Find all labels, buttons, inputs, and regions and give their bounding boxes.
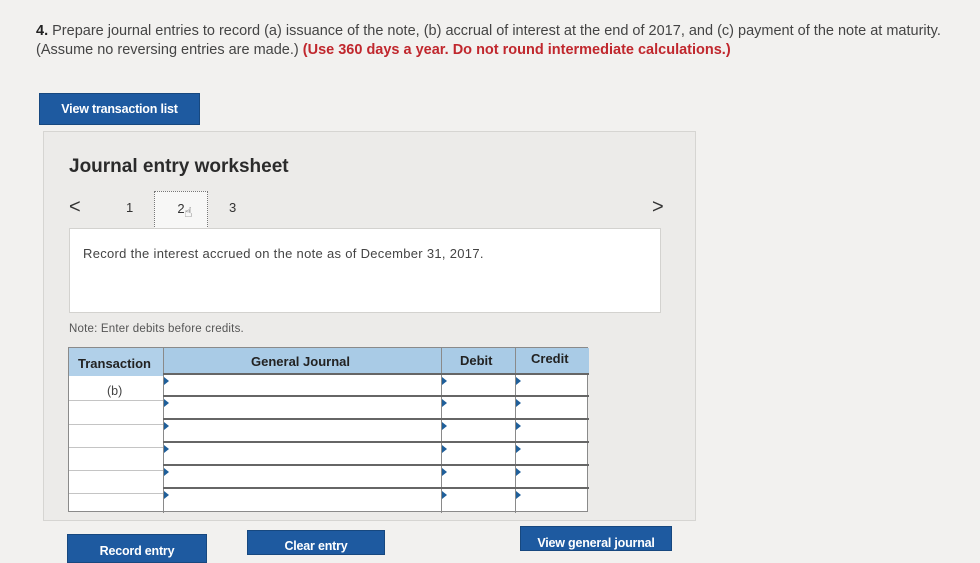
row-divider	[69, 470, 163, 471]
row-divider	[163, 441, 589, 443]
row-divider	[163, 395, 589, 397]
journal-table: Transaction General Journal Debit Credit…	[68, 347, 589, 513]
column-header-credit: Credit	[515, 348, 589, 374]
debit-input-marker-icon[interactable]	[442, 468, 447, 476]
row-divider	[69, 424, 163, 425]
page-1-tab[interactable]: 1	[126, 200, 133, 215]
page-2-tab[interactable]: 2 ☝	[154, 191, 208, 229]
account-dropdown-icon[interactable]	[164, 377, 169, 385]
next-page-icon[interactable]: >	[652, 196, 664, 219]
row-divider	[163, 487, 589, 489]
view-general-journal-button[interactable]: View general journal	[520, 526, 672, 551]
prompt-text: Record the interest accrued on the note …	[83, 246, 484, 261]
page-3-tab[interactable]: 3	[229, 200, 236, 215]
debit-input-marker-icon[interactable]	[442, 422, 447, 430]
credit-input-marker-icon[interactable]	[516, 468, 521, 476]
debit-input-marker-icon[interactable]	[442, 491, 447, 499]
credit-input-marker-icon[interactable]	[516, 377, 521, 385]
debit-input-marker-icon[interactable]	[442, 399, 447, 407]
row-divider	[69, 400, 163, 401]
credit-input-marker-icon[interactable]	[516, 399, 521, 407]
account-dropdown-icon[interactable]	[164, 468, 169, 476]
column-header-transaction: Transaction	[69, 348, 163, 376]
debit-input-marker-icon[interactable]	[442, 377, 447, 385]
credit-input-marker-icon[interactable]	[516, 422, 521, 430]
account-dropdown-icon[interactable]	[164, 491, 169, 499]
record-entry-button[interactable]: Record entry	[67, 534, 207, 563]
transaction-label: (b)	[107, 384, 123, 398]
debit-credit-note: Note: Enter debits before credits.	[69, 323, 244, 335]
view-transaction-list-button[interactable]: View transaction list	[39, 93, 200, 125]
worksheet-pager: < 1 2 ☝ 3 >	[44, 190, 697, 230]
column-header-general-journal: General Journal	[163, 348, 441, 374]
clear-entry-button[interactable]: Clear entry	[247, 530, 385, 555]
column-header-debit: Debit	[441, 348, 515, 374]
row-divider	[69, 493, 163, 494]
prompt-box: Record the interest accrued on the note …	[69, 228, 661, 313]
question-emphasis: (Use 360 days a year. Do not round inter…	[302, 42, 731, 58]
account-dropdown-icon[interactable]	[164, 399, 169, 407]
question-text: 4. Prepare journal entries to record (a)…	[36, 22, 946, 60]
credit-input-marker-icon[interactable]	[516, 445, 521, 453]
row-divider	[163, 418, 589, 420]
previous-page-icon[interactable]: <	[69, 196, 81, 219]
debit-input-marker-icon[interactable]	[442, 445, 447, 453]
hand-pointer-icon: ☝	[184, 204, 193, 220]
worksheet-title: Journal entry worksheet	[69, 156, 289, 177]
row-divider	[163, 373, 589, 375]
account-dropdown-icon[interactable]	[164, 422, 169, 430]
credit-input-marker-icon[interactable]	[516, 491, 521, 499]
journal-entry-worksheet: Journal entry worksheet < 1 2 ☝ 3 > Reco…	[43, 131, 696, 521]
row-divider	[163, 464, 589, 466]
account-dropdown-icon[interactable]	[164, 445, 169, 453]
row-divider	[69, 447, 163, 448]
question-number: 4.	[36, 23, 49, 39]
